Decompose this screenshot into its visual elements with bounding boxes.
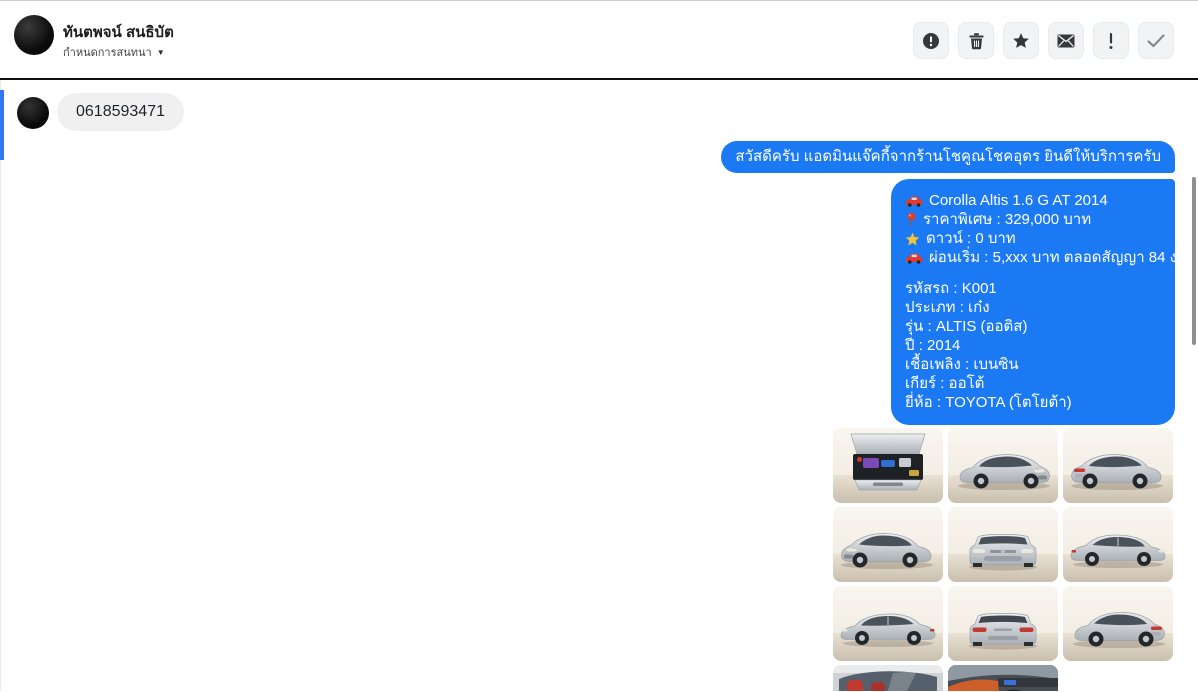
chevron-down-icon: ▼ (156, 47, 165, 57)
card-detail-type: ประเภท : เก๋ง (905, 299, 990, 316)
car-photo-front-quarter-left[interactable] (833, 507, 943, 582)
car-photo-rear-quarter-left[interactable] (1063, 428, 1173, 503)
exclamation-icon (1109, 32, 1113, 49)
car-photo-interior-red-seats[interactable] (833, 665, 943, 691)
mail-button[interactable] (1048, 22, 1084, 59)
vertical-scrollbar[interactable] (1192, 177, 1196, 345)
customer-avatar[interactable] (17, 97, 49, 129)
card-down-payment: ดาวน์ : 0 บาท (926, 230, 1016, 247)
card-detail-brand: ยี่ห้อ : TOYOTA (โตโยต้า) (905, 394, 1072, 411)
mail-icon (1057, 34, 1075, 47)
card-title: Corolla Altis 1.6 G AT 2014 (929, 192, 1108, 209)
exclamation-button[interactable] (1093, 22, 1129, 59)
car-emoji-icon (905, 252, 923, 264)
conversation-schedule-label: กำหนดการสนทนา (63, 47, 152, 59)
car-photo-side-view-right[interactable] (1063, 507, 1173, 582)
car-photo-front-view[interactable] (948, 507, 1058, 582)
active-conversation-accent (0, 90, 4, 160)
car-photo-engine-bay[interactable] (833, 428, 943, 503)
card-detail-code: รหัสรถ : K001 (905, 280, 997, 297)
conversation-header: ทันตพจน์ สนธิบัต กำหนดการสนทนา ▼ (0, 1, 1198, 80)
card-down-payment-line: ดาวน์ : 0 บาท (905, 229, 1161, 248)
card-installment: ผ่อนเริ่ม : 5,xxx บาท ตลอดสัญญา 84 งวด (929, 249, 1196, 266)
star-emoji-icon (905, 232, 920, 246)
outgoing-greeting-bubble[interactable]: สวัสดีครับ แอดมินแจ๊คกี้จากร้านโชคูณโชคอ… (721, 141, 1175, 173)
outgoing-car-card-bubble[interactable]: Corolla Altis 1.6 G AT 2014 ราคาพิเศษ : … (891, 179, 1195, 425)
card-installment-line: ผ่อนเริ่ม : 5,xxx บาท ตลอดสัญญา 84 งวด (905, 248, 1195, 267)
report-button[interactable] (913, 22, 949, 59)
card-detail-year: ปี : 2014 (905, 337, 961, 354)
car-photo-front-quarter-right[interactable] (948, 428, 1058, 503)
card-price: ราคาพิเศษ : 329,000 บาท (923, 211, 1092, 228)
star-button[interactable] (1003, 22, 1039, 59)
card-title-line: Corolla Altis 1.6 G AT 2014 (905, 191, 1161, 210)
check-icon (1147, 33, 1165, 47)
card-detail-model: รุ่น : ALTIS (ออติส) (905, 318, 1028, 335)
car-photo-side-view-left[interactable] (833, 586, 943, 661)
card-detail-fuel: เชื้อเพลิง : เบนซิน (905, 356, 1019, 373)
card-price-line: ราคาพิเศษ : 329,000 บาท (905, 210, 1161, 229)
card-detail-gear: เกียร์ : ออโต้ (905, 375, 985, 392)
car-emoji-icon (905, 195, 923, 207)
pin-emoji-icon (905, 212, 917, 227)
card-detail-list: รหัสรถ : K001 ประเภท : เก๋ง รุ่น : ALTIS… (905, 279, 1161, 412)
star-icon (1013, 32, 1029, 48)
mark-done-button[interactable] (1138, 22, 1174, 59)
contact-name: ทันตพจน์ สนธิบัต (63, 24, 174, 41)
contact-avatar[interactable] (14, 15, 54, 55)
chat-message-area: 0618593471 สวัสดีครับ แอดมินแจ๊คกี้จากร้… (0, 80, 1198, 691)
delete-button[interactable] (958, 22, 994, 59)
report-icon (923, 32, 939, 49)
left-hairline (0, 80, 1, 691)
car-photo-rear-view[interactable] (948, 586, 1058, 661)
conversation-schedule-dropdown[interactable]: กำหนดการสนทนา ▼ (63, 43, 165, 61)
incoming-message-bubble[interactable]: 0618593471 (57, 93, 184, 131)
header-action-bar (913, 22, 1174, 59)
car-photo-rear-quarter-right[interactable] (1063, 586, 1173, 661)
trash-icon (969, 32, 983, 49)
car-photo-interior-dashboard[interactable] (948, 665, 1058, 691)
car-photo-gallery (833, 428, 1173, 691)
